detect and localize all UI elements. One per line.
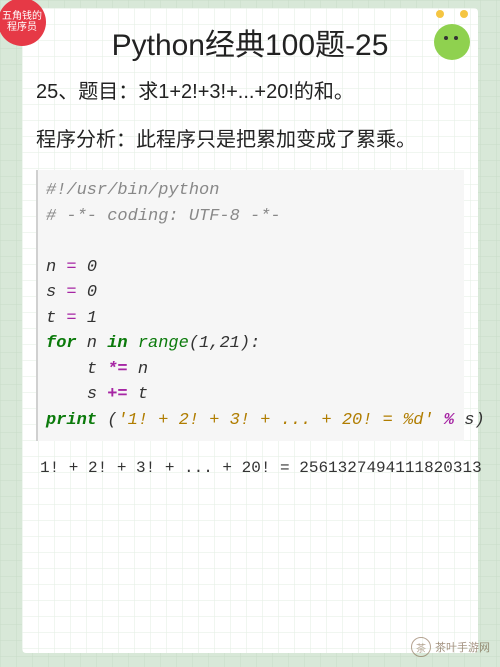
code-print: print ('1! + 2! + 3! + ... + 20! = %d' %…	[46, 408, 456, 434]
code-block: #!/usr/bin/python # -*- coding: UTF-8 -*…	[36, 170, 464, 441]
badge-line2: 程序员	[2, 22, 42, 33]
content-card: Python经典100题-25 25、题目：求1+2!+3!+...+20!的和…	[22, 8, 478, 653]
code-t-init: t = 1	[46, 306, 456, 332]
program-analysis: 程序分析：此程序只是把累加变成了累乘。	[36, 126, 464, 154]
code-for: for n in range(1,21):	[46, 331, 456, 357]
code-coding: # -*- coding: UTF-8 -*-	[46, 204, 456, 230]
code-s-update: s += t	[46, 382, 456, 408]
problem-statement: 25、题目：求1+2!+3!+...+20!的和。	[36, 78, 464, 106]
code-blank	[46, 229, 456, 255]
code-s-init: s = 0	[46, 280, 456, 306]
watermark-icon: 茶	[411, 637, 431, 657]
watermark: 茶 茶叶手游网	[411, 637, 490, 657]
code-t-update: t *= n	[46, 357, 456, 383]
badge-line1: 五角钱的	[2, 11, 42, 22]
code-shebang: #!/usr/bin/python	[46, 178, 456, 204]
alien-icon	[430, 14, 474, 64]
code-n-init: n = 0	[46, 255, 456, 281]
watermark-text: 茶叶手游网	[435, 639, 490, 655]
page-title: Python经典100题-25	[36, 20, 464, 64]
program-output: 1! + 2! + 3! + ... + 20! = 2561327494111…	[36, 455, 464, 481]
